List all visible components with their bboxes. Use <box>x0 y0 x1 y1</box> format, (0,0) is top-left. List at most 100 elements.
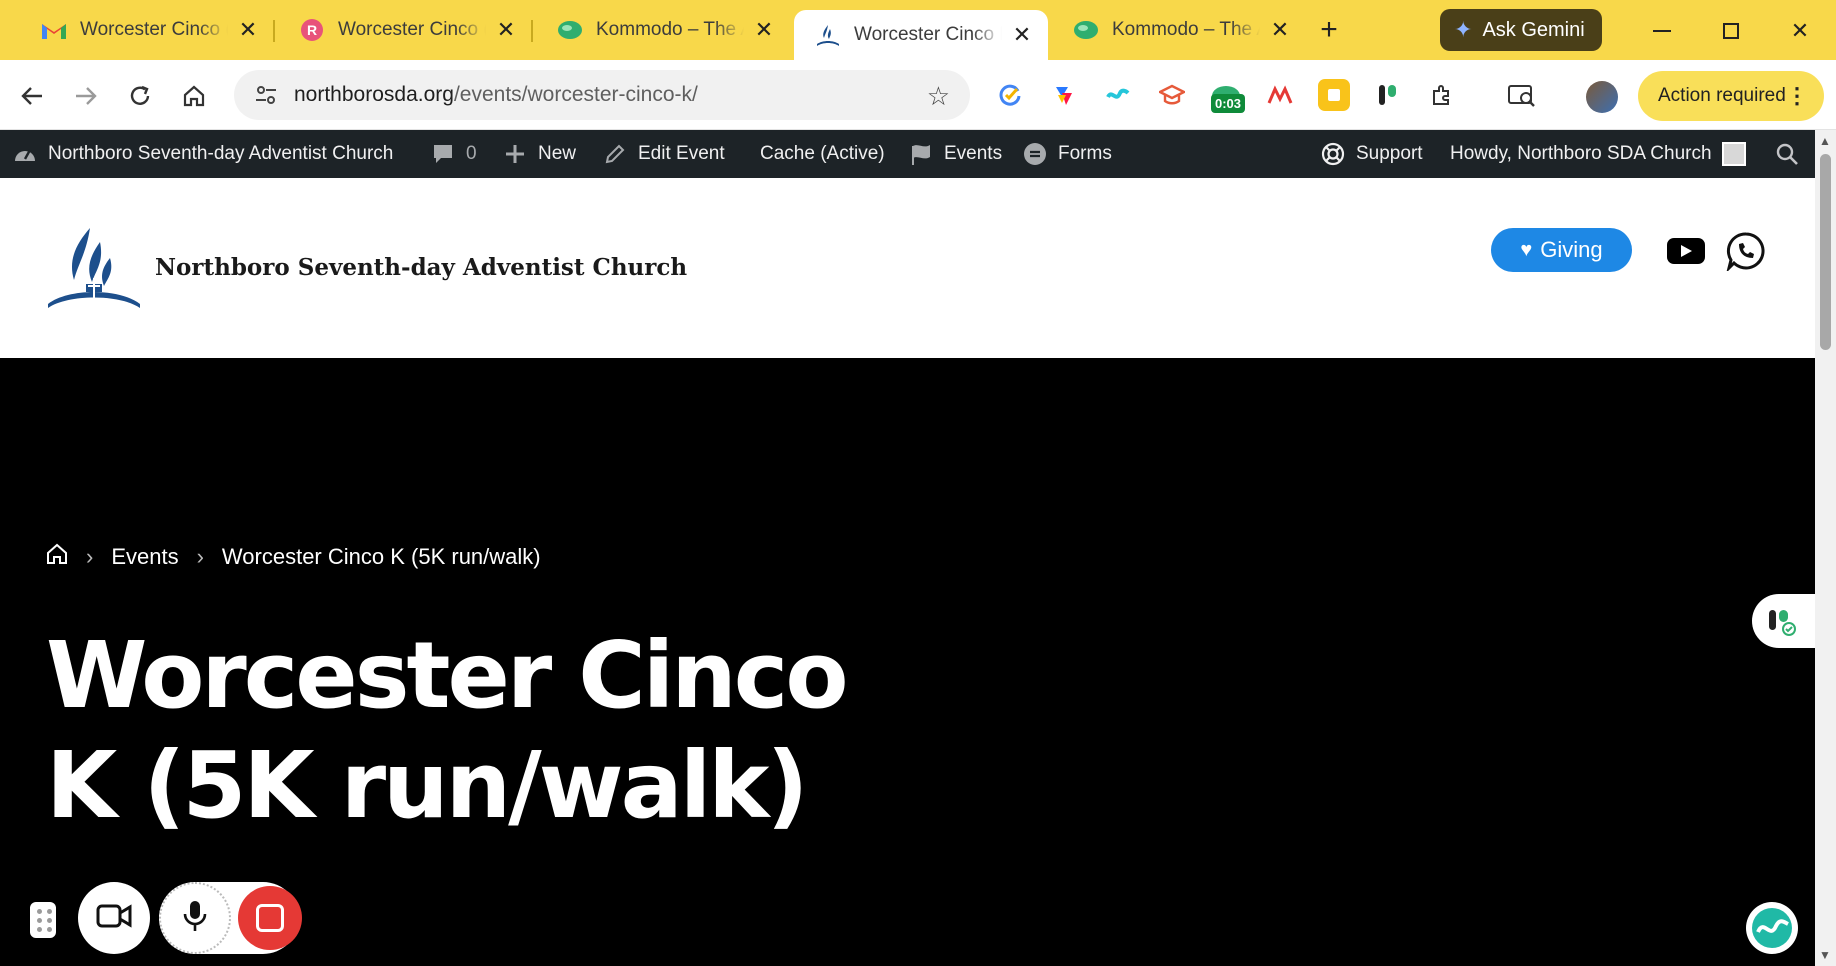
heart-icon: ♥ <box>1520 238 1533 261</box>
gmail-icon <box>42 18 66 42</box>
close-window-icon[interactable]: ✕ <box>1780 14 1820 48</box>
gemini-sparkle-icon: ✦ <box>1454 17 1473 42</box>
sda-logo[interactable] <box>46 224 142 312</box>
admin-comments-link[interactable]: 0 <box>430 130 477 178</box>
admin-comments-count: 0 <box>466 143 477 164</box>
tab-title: Kommodo – The AI <box>596 19 744 40</box>
reload-icon[interactable] <box>120 76 160 116</box>
url-text[interactable]: northborosda.org/events/worcester-cinco-… <box>294 83 698 107</box>
admin-events-link[interactable]: Events <box>908 130 1002 178</box>
admin-events-label: Events <box>944 143 1003 164</box>
forward-arrow-icon[interactable] <box>66 76 106 116</box>
events-flag-icon <box>908 141 934 167</box>
kebab-menu-icon[interactable]: ⋮ <box>1786 83 1808 109</box>
url-domain: northborosda.org <box>294 83 454 106</box>
tab-kommodo-2[interactable]: Kommodo – The AI ✕ <box>1052 10 1306 50</box>
wp-admin-bar: Northboro Seventh-day Adventist Church 0… <box>0 130 1815 178</box>
admin-forms-link[interactable]: Forms <box>1022 130 1112 178</box>
extension-cap-icon[interactable] <box>1156 79 1188 111</box>
admin-howdy-account[interactable]: Howdy, Northboro SDA Church <box>1450 130 1746 178</box>
tab-close-icon[interactable]: ✕ <box>1010 22 1034 47</box>
extension-note-icon[interactable] <box>1318 79 1350 111</box>
admin-support-label: Support <box>1356 143 1423 164</box>
extension-grammar-icon[interactable] <box>1372 79 1404 111</box>
tab-separator <box>273 20 275 42</box>
breadcrumb-chevron-icon: › <box>86 544 94 569</box>
camera-toggle-button[interactable] <box>78 882 150 954</box>
back-arrow-icon[interactable] <box>12 76 52 116</box>
tab-gmail[interactable]: Worcester Cinco (5 ✕ <box>20 10 274 50</box>
ask-gemini-button[interactable]: ✦ Ask Gemini <box>1440 9 1602 51</box>
scroll-up-icon[interactable]: ▲ <box>1819 134 1831 148</box>
kommodo-icon <box>1074 18 1098 42</box>
site-name[interactable]: Northboro Seventh-day Adventist Church <box>155 254 687 281</box>
plus-icon <box>502 141 528 167</box>
tab-close-icon[interactable]: ✕ <box>494 17 518 42</box>
admin-search-icon[interactable] <box>1776 130 1798 178</box>
admin-edit-event-label: Edit Event <box>638 143 725 164</box>
tab-kommodo-1[interactable]: Kommodo – The AI ✕ <box>536 10 790 50</box>
kommodo-floating-icon[interactable] <box>1746 902 1798 954</box>
extension-shapes-icon[interactable] <box>1048 79 1080 111</box>
svg-text:R: R <box>307 22 317 38</box>
youtube-icon[interactable] <box>1667 238 1705 264</box>
admin-site-name: Northboro Seventh-day Adventist Church <box>48 143 394 164</box>
browser-toolbar: northborosda.org/events/worcester-cinco-… <box>0 60 1836 130</box>
tab-strip: Worcester Cinco (5 ✕ R Worcester Cinco (… <box>0 0 1836 60</box>
tab-separator <box>531 20 533 42</box>
comment-bubble-icon <box>430 141 456 167</box>
recording-timer-badge: 0:03 <box>1211 94 1246 113</box>
admin-edit-event-link[interactable]: Edit Event <box>602 130 725 178</box>
extension-wave-icon[interactable] <box>1102 79 1134 111</box>
grammar-widget-icon <box>1769 610 1796 636</box>
whatsapp-icon[interactable] <box>1726 231 1766 273</box>
tab-title: Worcester Cinco (5 <box>338 19 486 40</box>
breadcrumb-events-link[interactable]: Events <box>111 544 178 570</box>
extension-m-icon[interactable] <box>1264 79 1296 111</box>
stop-square-icon <box>256 904 284 932</box>
tab-close-icon[interactable]: ✕ <box>752 17 776 42</box>
tab-search-icon[interactable] <box>1506 79 1538 111</box>
breadcrumb-current: Worcester Cinco K (5K run/walk) <box>221 544 541 569</box>
tab-worcester-r[interactable]: R Worcester Cinco (5 ✕ <box>278 10 532 50</box>
home-icon[interactable] <box>174 76 214 116</box>
grammar-side-widget[interactable] <box>1752 594 1815 648</box>
profile-avatar[interactable] <box>1586 81 1618 113</box>
tab-title: Worcester Cinco (5 <box>80 19 228 40</box>
page-scrollbar[interactable]: ▲ ▼ <box>1815 130 1836 966</box>
admin-new-label: New <box>538 143 577 164</box>
tab-close-icon[interactable]: ✕ <box>236 17 260 42</box>
r-icon: R <box>300 18 324 42</box>
tab-close-icon[interactable]: ✕ <box>1268 17 1292 42</box>
lifebuoy-icon <box>1320 141 1346 167</box>
page-content: Northboro Seventh-day Adventist Church ♥… <box>0 178 1815 966</box>
sda-icon <box>816 23 840 47</box>
admin-cache-link[interactable]: Cache (Active) <box>760 130 885 178</box>
admin-avatar <box>1721 142 1746 166</box>
site-settings-icon[interactable] <box>252 81 280 109</box>
bookmark-star-icon[interactable]: ☆ <box>927 81 950 112</box>
tab-worcester-active[interactable]: Worcester Cinco K ✕ <box>794 10 1048 60</box>
maximize-icon[interactable] <box>1711 14 1751 48</box>
extensions-puzzle-icon[interactable] <box>1426 79 1458 111</box>
breadcrumb: › Events › Worcester Cinco K (5K run/wal… <box>46 543 541 571</box>
giving-button[interactable]: ♥ Giving <box>1491 228 1632 272</box>
scroll-down-icon[interactable]: ▼ <box>1819 948 1831 962</box>
admin-support-link[interactable]: Support <box>1320 130 1423 178</box>
tab-title: Kommodo – The AI <box>1112 19 1260 40</box>
new-tab-plus-icon[interactable]: + <box>1313 13 1345 46</box>
microphone-button[interactable] <box>159 882 231 954</box>
scrollbar-thumb[interactable] <box>1820 154 1831 350</box>
kommodo-icon <box>558 18 582 42</box>
video-camera-icon <box>96 903 132 934</box>
address-bar[interactable]: northborosda.org/events/worcester-cinco-… <box>234 70 970 120</box>
breadcrumb-chevron-icon: › <box>196 544 204 569</box>
action-required-button[interactable]: Action required ⋮ <box>1638 71 1824 121</box>
admin-new-link[interactable]: New <box>502 130 576 178</box>
minimize-icon[interactable] <box>1642 14 1682 48</box>
extension-check-icon[interactable] <box>994 79 1026 111</box>
stop-recording-button[interactable] <box>238 886 302 950</box>
breadcrumb-home-icon[interactable] <box>46 543 68 571</box>
recorder-drag-handle[interactable] <box>30 902 56 938</box>
admin-site-link[interactable]: Northboro Seventh-day Adventist Church <box>12 130 393 178</box>
